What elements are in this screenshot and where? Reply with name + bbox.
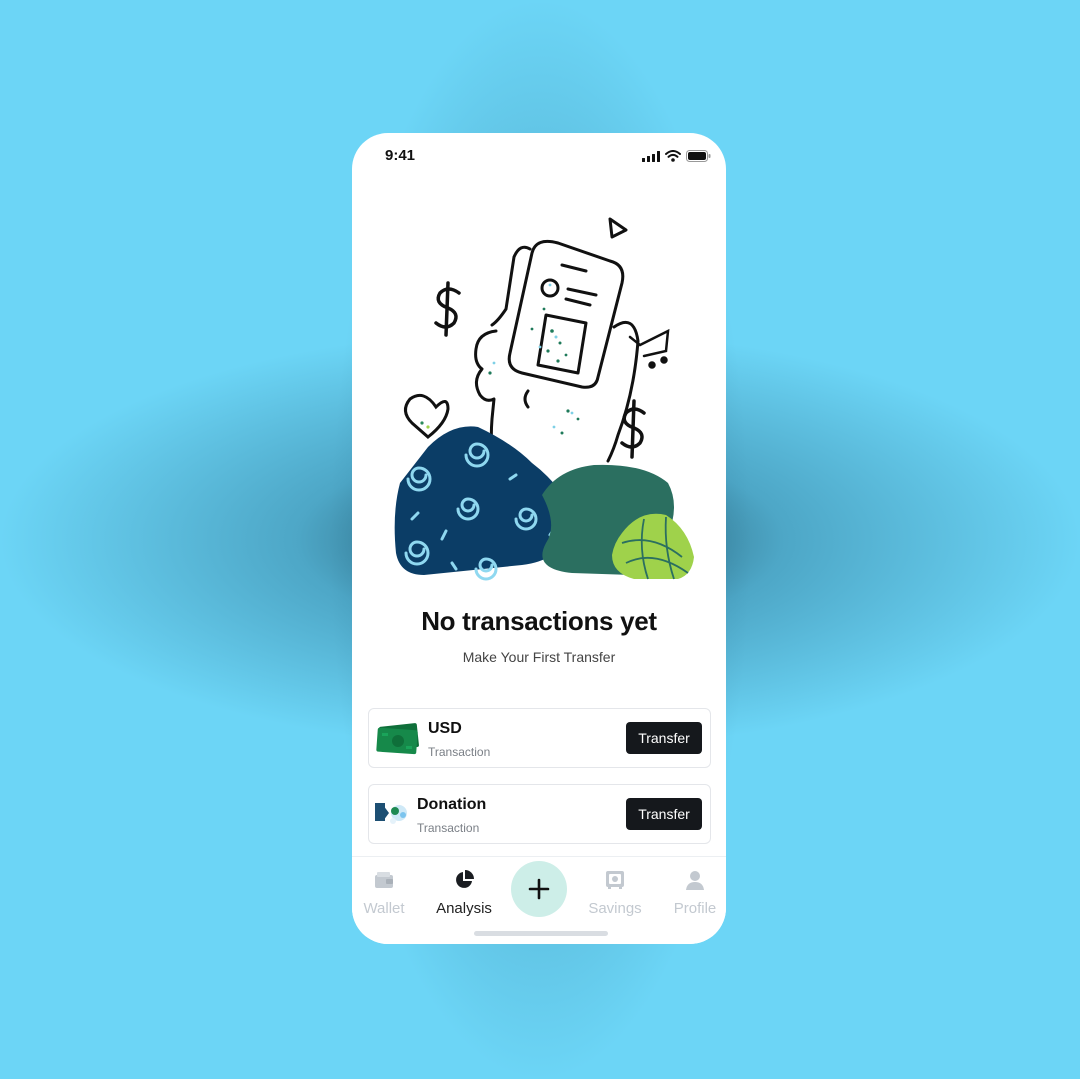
transfer-button[interactable]: Transfer — [626, 798, 702, 830]
tab-label: Wallet — [363, 900, 405, 917]
transaction-title: USD — [428, 720, 462, 737]
cash-icon — [376, 723, 419, 755]
hand-holding-phone — [474, 239, 640, 465]
user-icon — [686, 871, 704, 890]
tab-savings[interactable]: Savings — [578, 867, 652, 917]
plus-icon — [528, 878, 550, 900]
wifi-icon — [665, 150, 681, 162]
transaction-title: Donation — [417, 796, 487, 813]
donation-icon — [375, 803, 407, 824]
transaction-card-donation[interactable]: Donation Transaction Transfer — [368, 784, 711, 844]
status-icons — [642, 150, 711, 162]
tab-label: Savings — [588, 900, 642, 917]
empty-state-title: No transactions yet — [421, 606, 657, 636]
heart-icon — [404, 393, 450, 439]
wallet-icon — [375, 872, 393, 888]
dollar-sign-icon — [434, 281, 461, 337]
add-button[interactable] — [511, 861, 567, 917]
empty-state-subtitle: Make Your First Transfer — [462, 649, 616, 665]
battery-icon — [686, 150, 711, 162]
speckles-light — [492, 283, 574, 429]
transaction-subtitle: Transaction — [428, 745, 491, 759]
status-time: 9:41 — [385, 147, 416, 164]
home-indicator — [474, 931, 608, 936]
transfer-button[interactable]: Transfer — [626, 722, 702, 754]
transaction-subtitle: Transaction — [417, 821, 480, 835]
transaction-card-usd[interactable]: USD Transaction Transfer — [368, 708, 711, 768]
signal-icon — [642, 150, 660, 162]
play-icon — [608, 217, 628, 239]
tab-wallet[interactable]: Wallet — [352, 867, 421, 917]
tab-label: Analysis — [436, 900, 492, 917]
tab-profile[interactable]: Profile — [658, 867, 726, 917]
tab-label: Profile — [673, 900, 717, 917]
empty-state-illustration — [394, 217, 694, 581]
safe-icon — [606, 871, 624, 889]
pie-chart-icon — [456, 870, 474, 888]
phone-screen: 9:41 No transactions yet Make Your First… — [352, 133, 726, 944]
tab-analysis[interactable]: Analysis — [427, 867, 501, 917]
